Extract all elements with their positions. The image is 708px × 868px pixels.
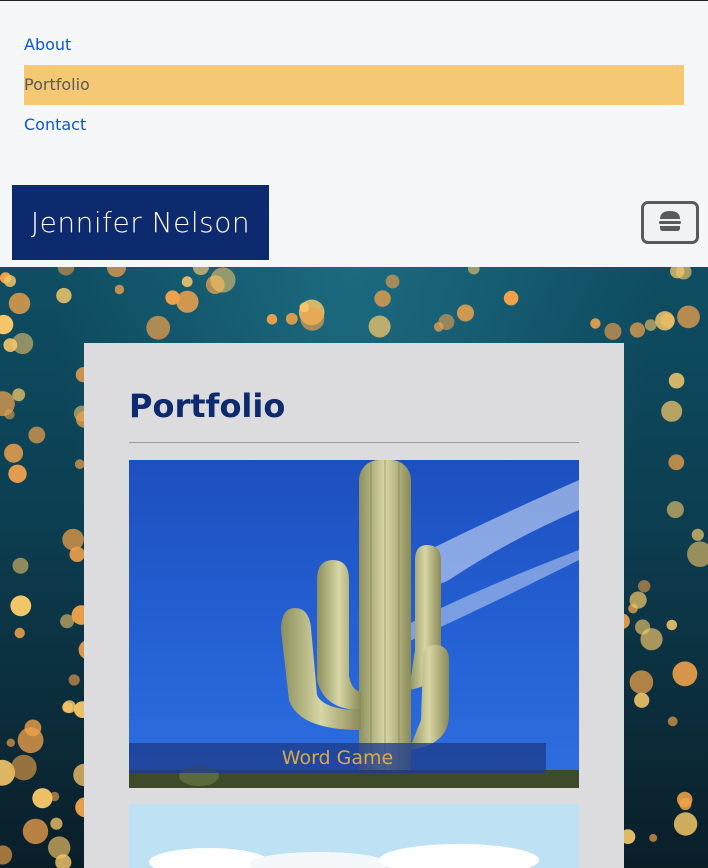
nav-item-about[interactable]: About bbox=[24, 25, 684, 65]
bokeh-light bbox=[634, 692, 650, 708]
bokeh-light bbox=[677, 305, 700, 329]
bokeh-light bbox=[679, 797, 692, 811]
bokeh-light bbox=[649, 833, 658, 842]
bokeh-light bbox=[668, 372, 685, 389]
bokeh-light bbox=[4, 275, 16, 287]
bokeh-light bbox=[629, 322, 646, 338]
bokeh-light bbox=[604, 322, 622, 340]
bokeh-light bbox=[11, 754, 37, 781]
nav-item-portfolio[interactable]: Portfolio bbox=[24, 65, 684, 105]
bokeh-light bbox=[3, 338, 18, 352]
portfolio-card: Portfolio Word Game bbox=[84, 343, 624, 868]
bokeh-light bbox=[50, 817, 63, 830]
bokeh-light bbox=[12, 388, 26, 402]
bokeh-light bbox=[22, 818, 49, 845]
bokeh-light bbox=[8, 464, 27, 483]
bokeh-light bbox=[24, 719, 42, 737]
bokeh-light bbox=[590, 318, 601, 329]
bokeh-light bbox=[6, 738, 15, 747]
bokeh-light bbox=[32, 788, 53, 809]
bokeh-light bbox=[438, 314, 455, 330]
top-border bbox=[0, 0, 708, 1]
bokeh-light bbox=[176, 290, 199, 313]
bokeh-light bbox=[210, 267, 236, 293]
main-nav: About Portfolio Contact bbox=[24, 25, 684, 145]
bokeh-light bbox=[28, 426, 46, 444]
bokeh-light bbox=[687, 541, 708, 567]
bokeh-light bbox=[666, 501, 684, 519]
bokeh-light bbox=[192, 267, 209, 276]
bokeh-light bbox=[672, 661, 698, 687]
bokeh-light bbox=[62, 528, 84, 551]
portfolio-item[interactable]: Word Game bbox=[129, 460, 579, 788]
bokeh-light bbox=[457, 304, 474, 322]
bokeh-light bbox=[629, 591, 647, 609]
bokeh-light bbox=[368, 315, 391, 338]
hamburger-icon bbox=[657, 210, 683, 236]
bokeh-light bbox=[644, 319, 657, 331]
cactus-photo bbox=[129, 460, 579, 788]
bokeh-light bbox=[57, 267, 75, 276]
bokeh-light bbox=[673, 812, 698, 836]
bokeh-light bbox=[62, 700, 76, 714]
title-divider bbox=[129, 442, 579, 443]
portfolio-item[interactable] bbox=[129, 804, 579, 868]
bokeh-light bbox=[385, 274, 400, 289]
bokeh-light bbox=[10, 595, 32, 617]
bokeh-light bbox=[8, 292, 31, 315]
bokeh-light bbox=[629, 670, 654, 694]
bokeh-light bbox=[266, 314, 278, 325]
bokeh-light bbox=[285, 312, 298, 325]
page-title: Portfolio bbox=[129, 387, 286, 425]
menu-toggle-button[interactable] bbox=[641, 201, 699, 244]
bokeh-light bbox=[691, 528, 704, 541]
bokeh-light bbox=[668, 454, 685, 471]
bokeh-light bbox=[640, 628, 663, 651]
bokeh-light bbox=[374, 290, 391, 307]
bokeh-light bbox=[12, 557, 29, 574]
bokeh-light bbox=[666, 619, 678, 631]
bokeh-light bbox=[503, 290, 519, 306]
bokeh-light bbox=[299, 302, 310, 313]
bokeh-light bbox=[14, 627, 25, 639]
bokeh-light bbox=[468, 267, 480, 275]
bokeh-light bbox=[68, 674, 80, 686]
bokeh-light bbox=[181, 276, 193, 288]
portfolio-item-caption: Word Game bbox=[129, 743, 546, 773]
bokeh-light bbox=[4, 443, 24, 463]
bokeh-light bbox=[106, 267, 127, 278]
bokeh-light bbox=[0, 845, 13, 865]
nav-item-contact[interactable]: Contact bbox=[24, 105, 684, 145]
sky-photo bbox=[129, 804, 579, 868]
bokeh-light bbox=[0, 314, 14, 335]
bokeh-light bbox=[638, 580, 651, 593]
bokeh-light bbox=[146, 315, 171, 340]
bokeh-light bbox=[667, 716, 678, 727]
site-brand[interactable]: Jennifer Nelson bbox=[12, 185, 269, 260]
bokeh-light bbox=[48, 836, 71, 859]
bokeh-light bbox=[56, 287, 72, 304]
bokeh-light bbox=[655, 311, 675, 331]
bokeh-light bbox=[661, 400, 683, 422]
bokeh-light bbox=[114, 284, 125, 295]
